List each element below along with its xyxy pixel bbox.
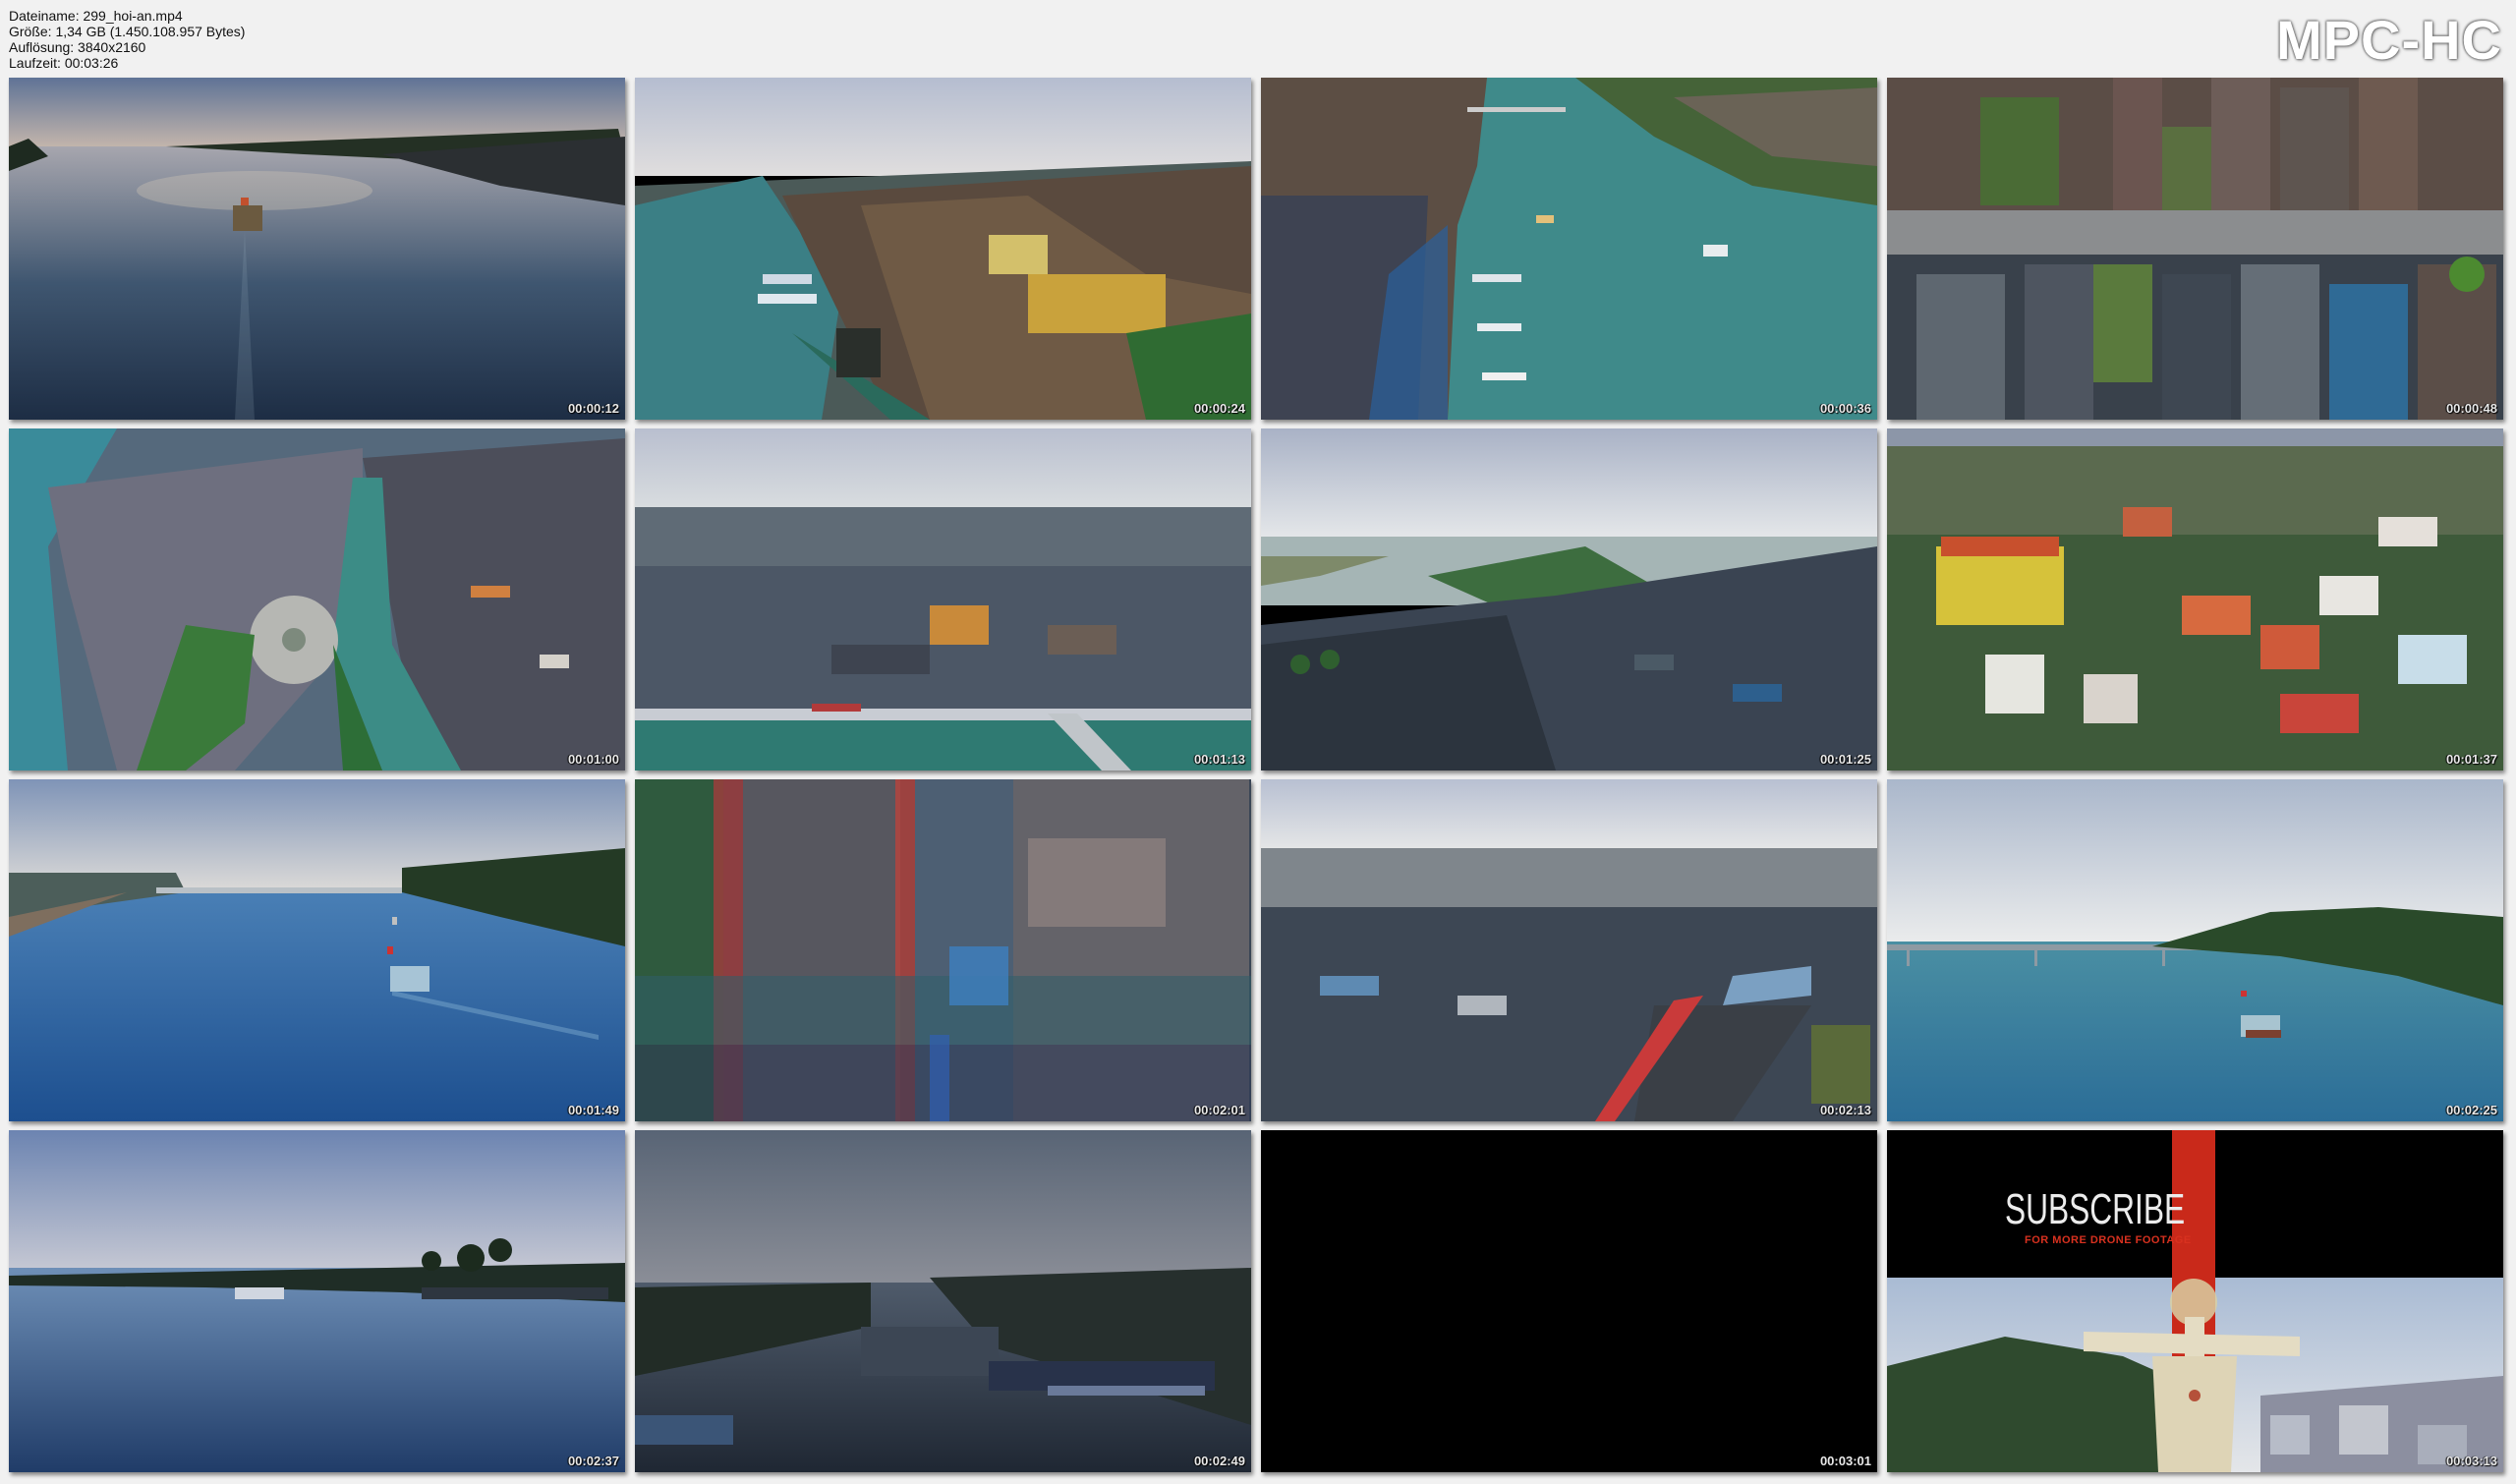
timestamp: 00:00:12 [567, 401, 619, 416]
timestamp: 00:02:49 [1193, 1454, 1245, 1468]
timestamp: 00:02:01 [1193, 1103, 1245, 1117]
thumbnail-image [635, 428, 1251, 771]
timestamp: 00:01:25 [1819, 752, 1871, 767]
thumbnail[interactable]: 00:01:49 [9, 779, 625, 1121]
thumbnail-image [9, 78, 625, 420]
thumbnail-image [635, 78, 1251, 420]
subscribe-title: SUBSCRIBE [2005, 1185, 2186, 1233]
timestamp: 00:02:25 [2445, 1103, 2497, 1117]
thumbnail-image [1887, 78, 2503, 420]
thumbnail[interactable]: 00:02:01 [635, 779, 1251, 1121]
thumbnail-image [635, 1130, 1251, 1472]
timestamp: 00:02:13 [1819, 1103, 1871, 1117]
thumbnail-image [1887, 1130, 2503, 1472]
timestamp: 00:01:37 [2445, 752, 2497, 767]
thumbnail[interactable]: 00:00:12 [9, 78, 625, 420]
thumbnail[interactable]: 00:01:00 [9, 428, 625, 771]
subscribe-tagline: FOR MORE DRONE FOOTAGE [2025, 1234, 2192, 1246]
timestamp: 00:01:13 [1193, 752, 1245, 767]
thumbnail-image [635, 779, 1251, 1121]
thumbnail-image [1887, 779, 2503, 1121]
thumbnail-image [9, 1130, 625, 1472]
thumbnail[interactable]: 00:00:24 [635, 78, 1251, 420]
thumbnail[interactable]: 00:01:25 [1261, 428, 1877, 771]
thumbnail[interactable]: 00:02:49 [635, 1130, 1251, 1472]
timestamp: 00:03:01 [1819, 1454, 1871, 1468]
timestamp: 00:00:36 [1819, 401, 1871, 416]
timestamp: 00:01:00 [567, 752, 619, 767]
thumbnail[interactable]: 00:01:13 [635, 428, 1251, 771]
thumbnail[interactable]: 00:02:13 [1261, 779, 1877, 1121]
thumbnail-image [1261, 1130, 1877, 1472]
thumbnail-image [9, 428, 625, 771]
timestamp: 00:01:49 [567, 1103, 619, 1117]
thumbnail[interactable]: 00:00:36 [1261, 78, 1877, 420]
timestamp: 00:02:37 [567, 1454, 619, 1468]
thumbnail-grid: 00:00:12 00:00:24 00:00:36 00:00:48 00:0… [0, 0, 2516, 1484]
timestamp: 00:00:48 [2445, 401, 2497, 416]
timestamp: 00:03:13 [2445, 1454, 2497, 1468]
thumbnail[interactable]: 00:02:25 [1887, 779, 2503, 1121]
thumbnail-image [1887, 428, 2503, 771]
thumbnail[interactable]: 00:01:37 [1887, 428, 2503, 771]
thumbnail-image [1261, 78, 1877, 420]
thumbnail[interactable]: 00:02:37 [9, 1130, 625, 1472]
thumbnail-image [1261, 428, 1877, 771]
thumbnail[interactable]: 00:00:48 [1887, 78, 2503, 420]
thumbnail[interactable]: SUBSCRIBE FOR MORE DRONE FOOTAGE 00:03:1… [1887, 1130, 2503, 1472]
thumbnail-image [1261, 779, 1877, 1121]
timestamp: 00:00:24 [1193, 401, 1245, 416]
thumbnail[interactable]: 00:03:01 [1261, 1130, 1877, 1472]
thumbnail-image [9, 779, 625, 1121]
